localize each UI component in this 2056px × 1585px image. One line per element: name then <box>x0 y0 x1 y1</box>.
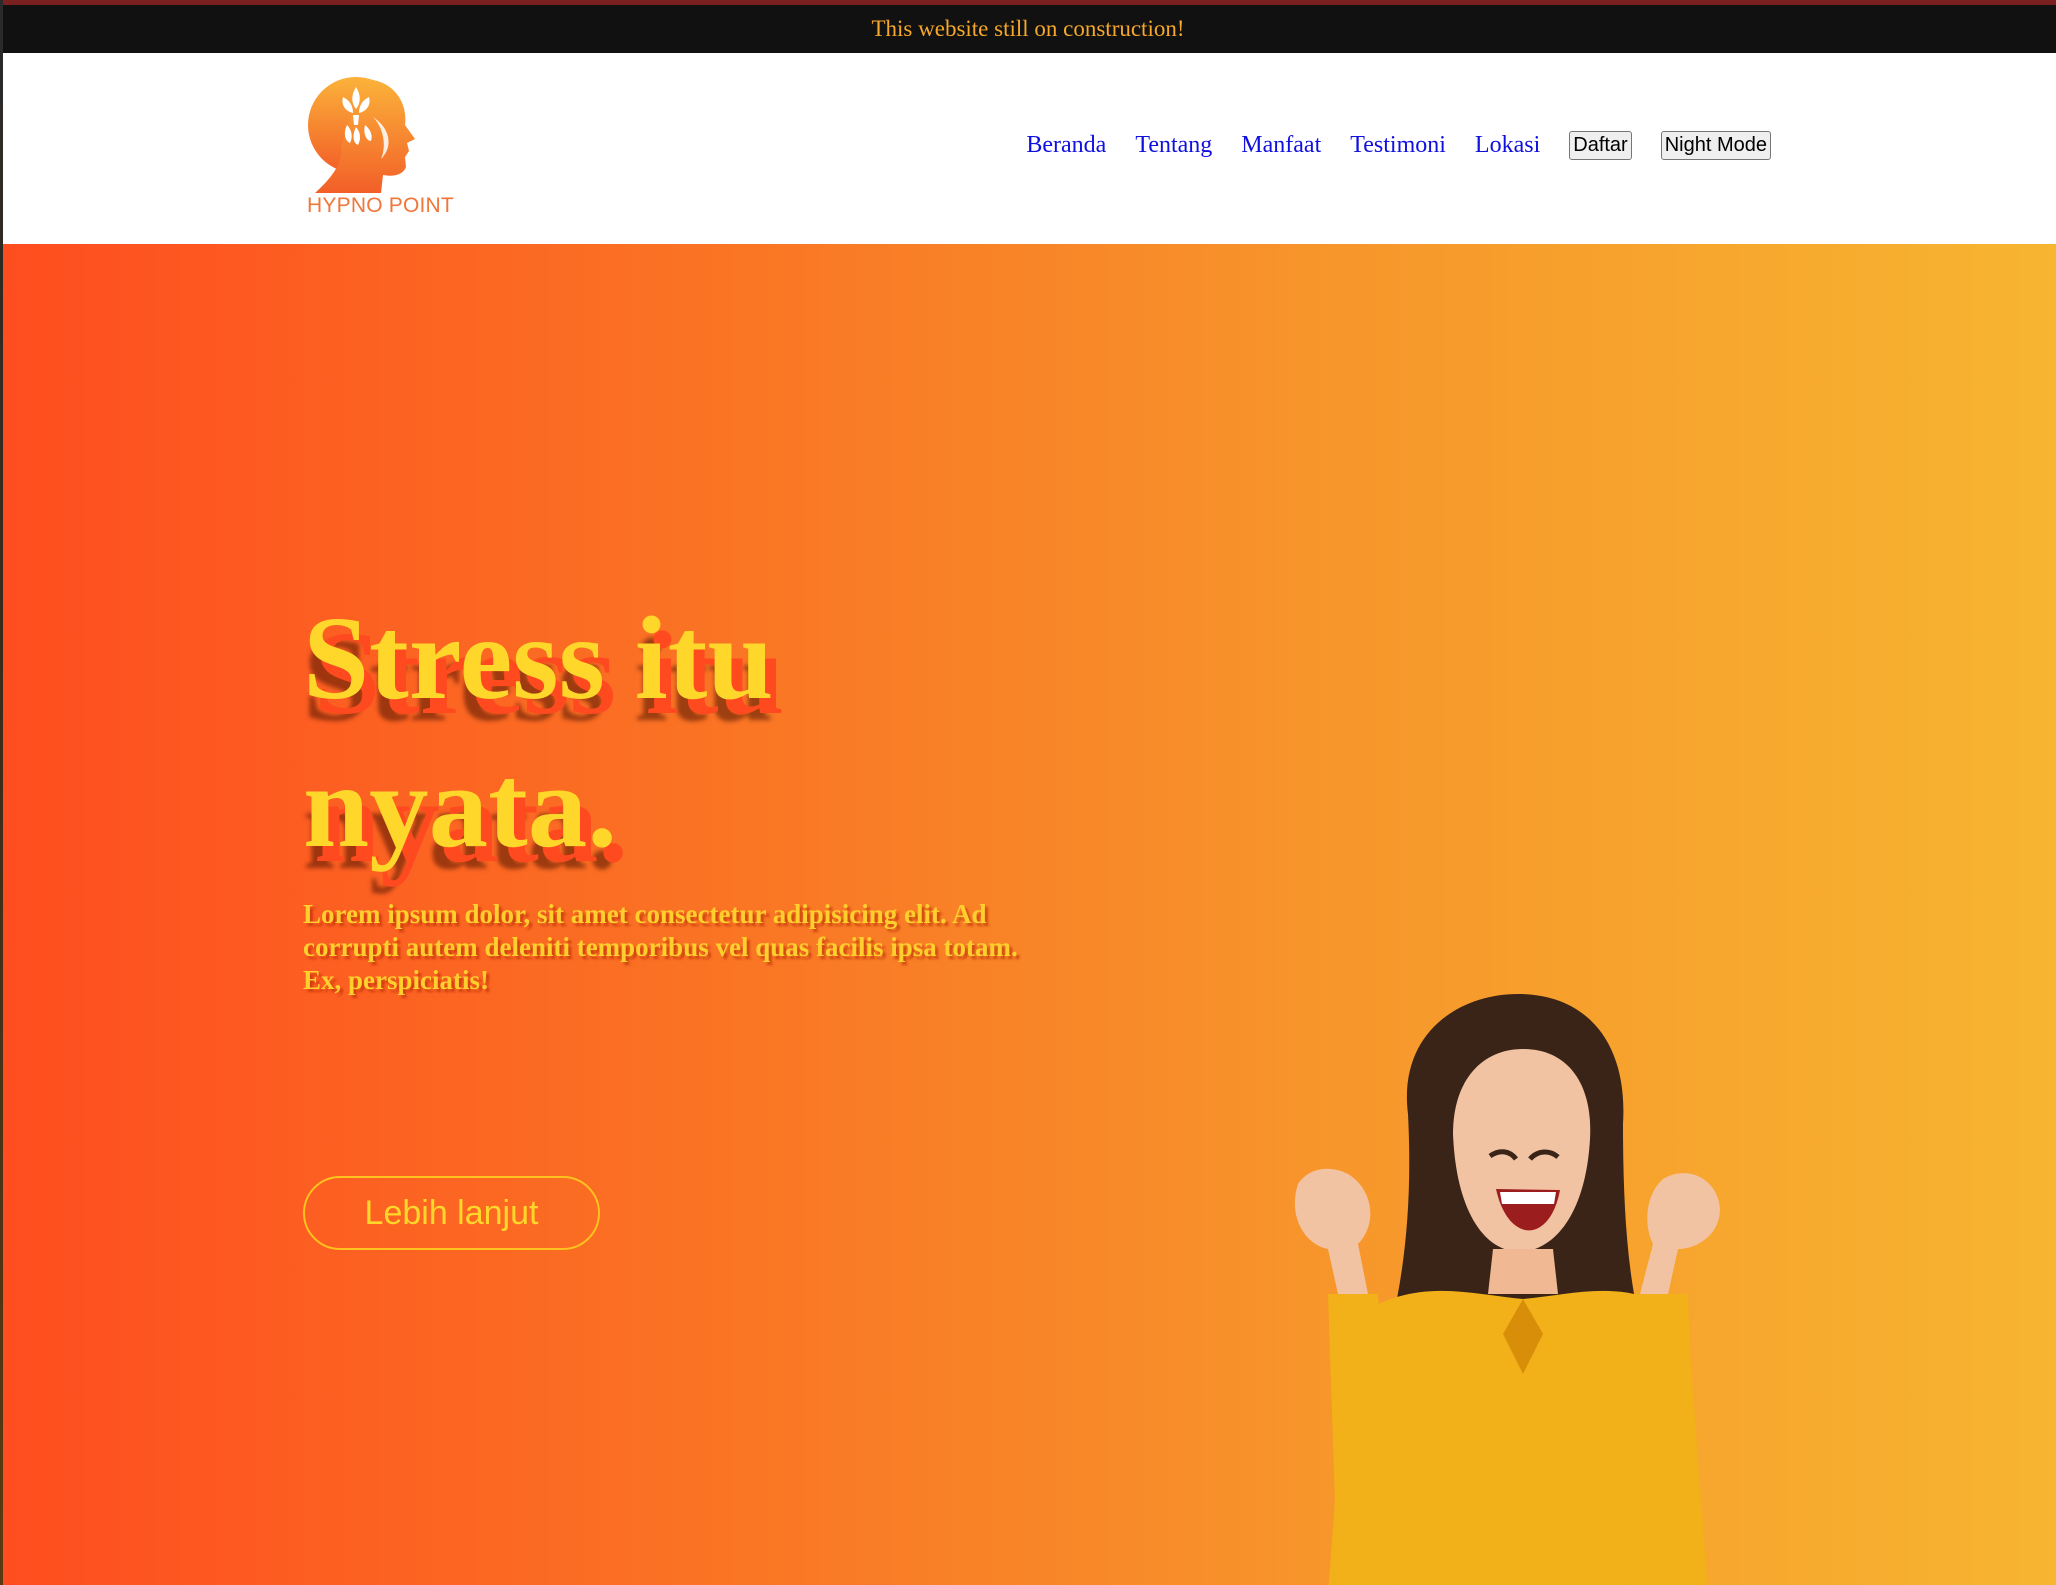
nav-link-testimoni[interactable]: Testimoni <box>1350 132 1446 159</box>
site-logo[interactable]: HYPNO POINT <box>303 67 463 227</box>
logo-wordmark: HYPNO POINT <box>307 194 454 217</box>
window-left-edge <box>0 0 3 1585</box>
hero-section: Stress itu nyata. Lorem ipsum dolor, sit… <box>3 244 2056 1585</box>
nav-link-beranda[interactable]: Beranda <box>1026 132 1106 159</box>
learn-more-button[interactable]: Lebih lanjut <box>303 1176 600 1250</box>
head-leaf-logo-icon <box>308 77 415 193</box>
nav-link-manfaat[interactable]: Manfaat <box>1241 132 1321 159</box>
hero-title: Stress itu nyata. <box>303 592 774 872</box>
excited-woman-photo <box>1294 994 1720 1585</box>
construction-notice-bar: This website still on construction! <box>0 5 2056 53</box>
window-top-edge <box>0 0 2056 5</box>
register-button[interactable]: Daftar <box>1569 131 1632 160</box>
construction-notice-text: This website still on construction! <box>871 16 1185 41</box>
hero-description: Lorem ipsum dolor, sit amet consectetur … <box>303 899 1018 995</box>
main-nav: Beranda Tentang Manfaat Testimoni Lokasi… <box>1026 131 1771 160</box>
nav-link-lokasi[interactable]: Lokasi <box>1475 132 1540 159</box>
night-mode-button[interactable]: Night Mode <box>1660 131 1771 160</box>
nav-link-tentang[interactable]: Tentang <box>1135 132 1212 159</box>
site-header: HYPNO POINT Beranda Tentang Manfaat Test… <box>3 53 2056 244</box>
